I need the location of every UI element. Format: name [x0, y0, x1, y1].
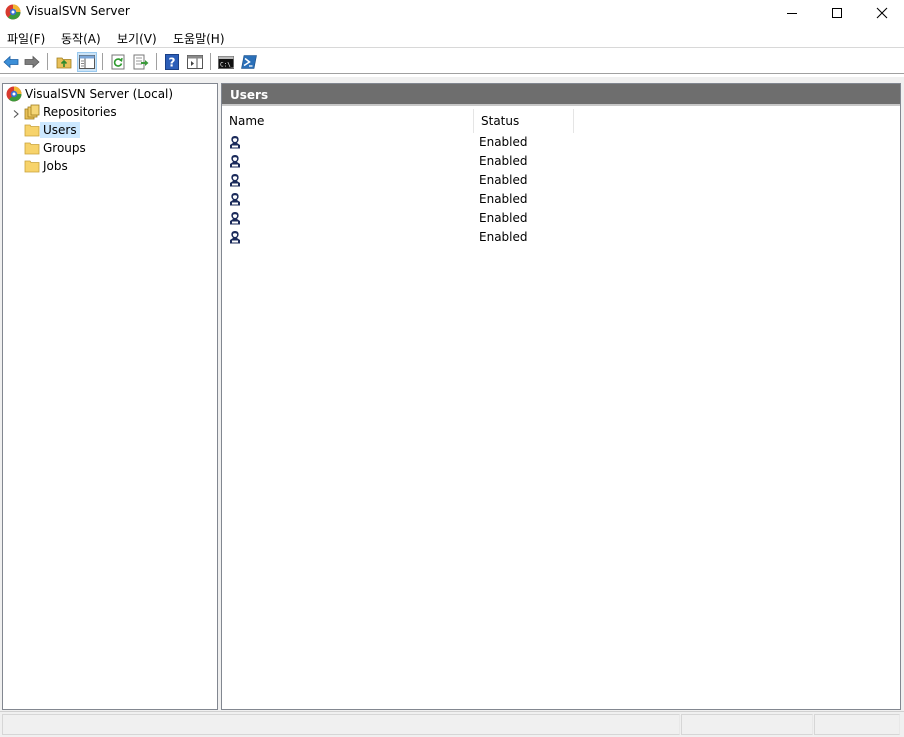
menu-bar: 파일(F) 동작(A) 보기(V) 도움말(H): [0, 25, 904, 48]
show-hide-action-pane-icon: [187, 55, 203, 69]
tree-label-repositories: Repositories: [43, 105, 117, 119]
tree-node-root[interactable]: VisualSVN Server (Local): [6, 85, 176, 103]
close-button[interactable]: [859, 0, 904, 25]
refresh-button[interactable]: [108, 52, 128, 72]
help-icon: ?: [165, 54, 179, 70]
status-text: Enabled: [479, 230, 528, 244]
status-text: Enabled: [479, 192, 528, 206]
column-header-name[interactable]: Name: [222, 109, 474, 133]
export-list-icon: [133, 54, 149, 70]
tree-item-jobs[interactable]: Jobs: [24, 157, 71, 175]
help-button[interactable]: ?: [162, 52, 182, 72]
console-tree[interactable]: VisualSVN Server (Local) Repositories Us…: [2, 83, 218, 710]
show-hide-tree-icon: [79, 55, 95, 69]
up-folder-icon: [56, 57, 72, 69]
user-icon: [230, 231, 240, 244]
user-icon: [230, 212, 240, 225]
column-header-status[interactable]: Status: [474, 109, 574, 133]
up-level-button[interactable]: [54, 52, 74, 72]
minimize-icon: [786, 12, 797, 14]
menu-help[interactable]: 도움말(H): [173, 30, 225, 47]
tree-item-repositories[interactable]: Repositories: [24, 103, 120, 121]
pane-header: Users: [222, 84, 900, 106]
folder-icon: [24, 124, 40, 137]
minimize-button[interactable]: [769, 0, 814, 25]
powershell-button[interactable]: [239, 52, 259, 72]
maximize-button[interactable]: [814, 0, 859, 25]
toolbar-separator: [156, 53, 157, 70]
title-bar[interactable]: VisualSVN Server: [0, 0, 904, 25]
toolbar: ? C:\_: [0, 49, 904, 74]
tree-label-groups: Groups: [43, 141, 86, 155]
user-icon: [230, 155, 240, 168]
visualsvn-logo-icon: [6, 86, 22, 102]
folder-icon: [24, 160, 40, 173]
back-arrow-icon: [3, 55, 19, 69]
tree-item-users[interactable]: Users: [24, 121, 80, 139]
table-row[interactable]: Enabled: [228, 133, 888, 152]
user-icon: [230, 174, 240, 187]
refresh-icon: [111, 54, 125, 70]
table-row[interactable]: Enabled: [228, 171, 888, 190]
repositories-icon: [24, 104, 40, 120]
tree-label-jobs: Jobs: [43, 159, 68, 173]
show-hide-action-pane-button[interactable]: [185, 52, 205, 72]
forward-button[interactable]: [22, 52, 42, 72]
status-segment: [681, 714, 813, 735]
table-row[interactable]: Enabled: [228, 152, 888, 171]
command-prompt-button[interactable]: C:\_: [216, 52, 236, 72]
status-bar: [0, 711, 904, 737]
window-title: VisualSVN Server: [26, 4, 130, 18]
tree-label-root: VisualSVN Server (Local): [25, 87, 174, 101]
svg-text:C:\_: C:\_: [220, 61, 234, 68]
status-segment: [814, 714, 900, 735]
menu-view[interactable]: 보기(V): [117, 30, 157, 47]
tree-label-users: Users: [40, 122, 80, 138]
status-text: Enabled: [479, 135, 528, 149]
results-pane[interactable]: Users Name Status Enabled Enabled Enable…: [221, 83, 901, 710]
menu-action[interactable]: 동작(A): [61, 30, 101, 47]
visualsvn-logo-icon: [5, 4, 21, 20]
export-list-button[interactable]: [131, 52, 151, 72]
status-text: Enabled: [479, 154, 528, 168]
menu-file[interactable]: 파일(F): [7, 30, 45, 47]
chevron-right-icon[interactable]: [11, 109, 21, 119]
toolbar-separator: [47, 53, 48, 70]
back-button[interactable]: [1, 52, 21, 72]
status-segment: [2, 714, 680, 735]
toolbar-separator: [102, 53, 103, 70]
user-icon: [230, 193, 240, 206]
status-text: Enabled: [479, 173, 528, 187]
close-icon: [876, 7, 887, 18]
powershell-icon: [241, 55, 257, 69]
table-row[interactable]: Enabled: [228, 228, 888, 247]
folder-icon: [24, 142, 40, 155]
forward-arrow-icon: [24, 55, 40, 69]
show-hide-tree-button[interactable]: [77, 52, 97, 72]
table-row[interactable]: Enabled: [228, 190, 888, 209]
svg-text:?: ?: [169, 56, 176, 70]
toolbar-separator: [210, 53, 211, 70]
command-prompt-icon: C:\_: [218, 55, 234, 69]
table-row[interactable]: Enabled: [228, 209, 888, 228]
user-icon: [230, 136, 240, 149]
maximize-icon: [831, 7, 842, 18]
status-text: Enabled: [479, 211, 528, 225]
tree-item-groups[interactable]: Groups: [24, 139, 89, 157]
